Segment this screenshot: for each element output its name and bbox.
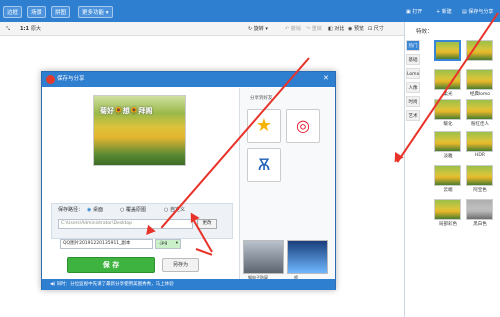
preview-button[interactable]: ◉ 预览 — [348, 25, 364, 34]
star-icon: ★ — [255, 115, 273, 136]
share-renren-button[interactable]: Ѫ — [247, 148, 281, 182]
app-logo-icon — [46, 75, 55, 84]
category-basic[interactable]: 基础 — [406, 54, 420, 65]
tab-collage[interactable]: 拼图 — [51, 6, 71, 18]
tab-border[interactable]: 边框 — [3, 6, 23, 18]
renren-icon: Ѫ — [257, 155, 271, 174]
eye-icon: ◉ — [348, 26, 353, 32]
plus-icon: + — [436, 9, 441, 15]
speaker-icon: ◀) — [50, 282, 56, 287]
rotate-icon: ↻ — [248, 26, 253, 32]
category-fashion[interactable]: 时尚 — [406, 96, 420, 107]
top-bar — [0, 0, 500, 22]
effect-label: 淡雅 — [443, 154, 453, 159]
save-as-button[interactable]: 另存为 — [162, 258, 199, 272]
effect-thumb-pink-beauty[interactable] — [466, 99, 493, 120]
close-icon[interactable]: ✕ — [323, 74, 329, 82]
chevron-down-icon: ▾ — [265, 26, 268, 32]
redo-button[interactable]: ↷ 重做 — [306, 25, 322, 34]
compare-icon: ◧ — [328, 26, 333, 32]
path-option-desktop[interactable]: ◉ 桌面 — [87, 206, 103, 213]
effect-thumb-hdr[interactable] — [466, 131, 493, 152]
share-title: 分享到好友 — [250, 96, 273, 101]
effect-label: 粉红佳人 — [471, 122, 489, 127]
dialog-footer: ◀) 同时：分位监视中先请了最新分享使用美图秀秀，马上体验 — [42, 279, 335, 290]
folder-icon: ▣ — [406, 9, 411, 15]
effect-label: 经典lomo — [469, 92, 491, 97]
category-lomo[interactable]: Lomo — [406, 68, 420, 79]
open-button[interactable]: ▣ 打开 — [406, 6, 422, 18]
ad-image-camera[interactable] — [243, 240, 284, 274]
path-option-overwrite[interactable]: ○ 覆盖原图 — [120, 206, 146, 213]
undo-button[interactable]: ↶ 撤销 — [285, 25, 301, 34]
compare-button[interactable]: ◧ 对比 — [328, 25, 344, 34]
effect-label: HDR — [475, 153, 485, 158]
effect-label: 阿宝色 — [473, 188, 487, 193]
change-path-button[interactable]: 更改 — [197, 219, 217, 229]
effect-thumb[interactable] — [434, 40, 461, 61]
effect-thumb-local-color[interactable] — [434, 199, 461, 220]
effect-label: 云端 — [443, 188, 453, 193]
format-select[interactable]: .jpg ▾ — [155, 239, 181, 249]
zoom-ratio[interactable]: 1:1 — [20, 25, 29, 34]
effect-thumb-cloud[interactable] — [434, 165, 461, 186]
resize-icon: ⊡ — [368, 26, 373, 32]
weibo-icon: ◎ — [296, 116, 310, 135]
redo-icon: ↷ — [306, 26, 311, 32]
radio-checked-icon: ◉ — [87, 207, 92, 213]
save-share-dialog: 保存与分享 ✕ 菊好🌻想🌻拜阁 保存路径： ◉ 桌面 ○ 覆盖原图 ○ 自定义 … — [41, 71, 336, 290]
category-portrait[interactable]: 人像 — [406, 82, 420, 93]
save-button[interactable]: 保 存 — [67, 257, 155, 273]
tab-more-features[interactable]: 更多功能 ▾ — [78, 6, 113, 18]
save-path-input[interactable]: C:\Users\Administrator\Desktop — [58, 219, 193, 229]
radio-icon: ○ — [164, 207, 169, 213]
zoom-label: 原大 — [31, 26, 42, 32]
share-weibo-button[interactable]: ◎ — [286, 109, 320, 143]
photo-caption: 菊好🌻想🌻拜阁 — [100, 107, 153, 115]
effects-title: 特效： — [416, 29, 433, 35]
rotate-button[interactable]: ↻ 旋转 ▾ — [248, 25, 268, 34]
size-button[interactable]: ⊡ 尺寸 — [368, 25, 384, 34]
save-share-button[interactable]: ▤ 保存与分享 — [462, 6, 493, 18]
new-button[interactable]: + 新建 — [436, 6, 452, 18]
save-path-label: 保存路径： — [58, 207, 84, 213]
save-icon: ▤ — [462, 9, 467, 15]
effect-thumb-classic-lomo[interactable] — [466, 69, 493, 90]
filename-input[interactable]: QQ图片20191220135911_副本 — [60, 239, 153, 249]
effect-thumb-abao[interactable] — [466, 165, 493, 186]
effect-label: 暖化 — [443, 122, 453, 127]
effect-label: 局部彩色 — [439, 222, 457, 227]
chevron-down-icon: ▾ — [175, 241, 178, 246]
effect-thumb-elegant[interactable] — [434, 131, 461, 152]
effect-thumb-black-white[interactable] — [466, 199, 493, 220]
undo-icon: ↶ — [285, 26, 290, 32]
effect-label: 黑白色 — [473, 222, 487, 227]
effect-label: 柔光 — [443, 92, 453, 97]
zoom-actual-button[interactable]: ⤡ — [6, 25, 10, 34]
category-art[interactable]: 艺术 — [406, 110, 420, 121]
arrows-icon: ⤡ — [6, 26, 11, 32]
ad-image-fountain[interactable] — [287, 240, 328, 274]
photo-preview: 菊好🌻想🌻拜阁 — [93, 95, 186, 166]
tab-scene[interactable]: 场景 — [27, 6, 47, 18]
radio-icon: ○ — [120, 207, 125, 213]
category-hot[interactable]: 热门 — [406, 40, 420, 51]
share-qzone-button[interactable]: ★ — [247, 109, 281, 143]
